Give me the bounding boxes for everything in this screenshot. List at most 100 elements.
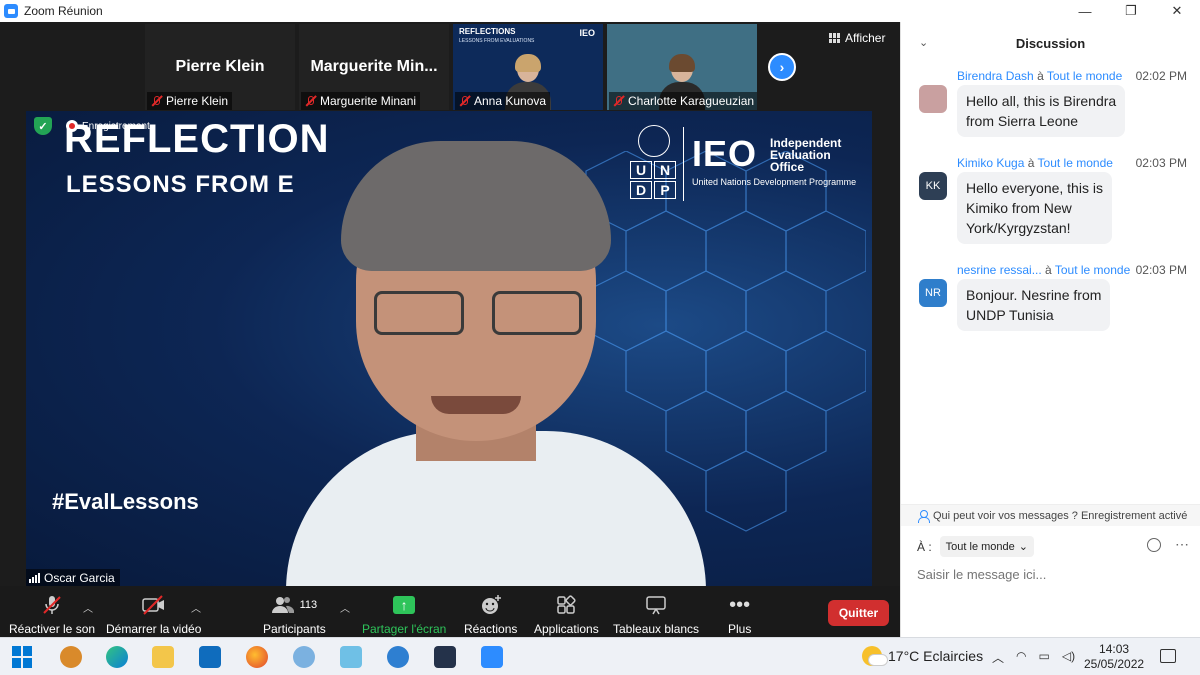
video-options-caret-icon[interactable]: ︿ [191,600,201,615]
sender-name[interactable]: nesrine ressai... [957,263,1042,277]
paint-icon[interactable] [293,646,315,668]
message-line: Bonjour. Nesrine from [966,287,1102,303]
collapse-chevron-icon[interactable]: ⌄ [919,36,928,49]
audio-options-caret-icon[interactable]: ︿ [83,600,93,615]
weather-text: 17°C Eclaircies [888,648,984,664]
emoji-icon[interactable] [1147,538,1161,552]
message-meta: Kimiko Kuga à Tout le monde [957,156,1113,170]
chat-message-input[interactable] [917,563,1187,585]
notes-icon[interactable] [340,646,362,668]
start-video-label: Démarrer la vidéo [106,622,202,636]
more-button[interactable]: ••• Plus [728,592,751,637]
edge-icon[interactable] [106,646,128,668]
sender-avatar[interactable]: KK [919,172,947,200]
weather-icon [862,646,888,666]
participant-tile[interactable]: REFLECTIONS LESSONS FROM EVALUATIONS IEO… [453,24,603,110]
chat-panel: ⌄ Discussion Birendra Dash à Tout le mon… [900,22,1200,637]
recipient-label: À : [917,539,932,554]
zoom-taskbar-icon[interactable] [481,646,503,668]
windows-taskbar: 17°C Eclaircies ︿ ◠ ▭ ◁) 14:03 25/05/202… [0,637,1200,675]
restore-button[interactable]: ❐ [1108,0,1154,22]
reactions-icon [480,592,502,618]
window-controls: — ❐ ✕ [1062,0,1200,22]
recipient-dropdown[interactable]: Tout le monde ⌄ [939,536,1034,557]
message-line: York/Kyrgyzstan! [966,220,1071,236]
message-bubble: Hello everyone, this is Kimiko from New … [957,172,1112,244]
share-screen-icon: ↑ [393,596,416,614]
file-explorer-icon[interactable] [152,646,174,668]
participant-nameplate: Charlotte Karagueuzian [609,92,757,110]
mic-muted-icon [612,95,624,107]
wifi-icon[interactable]: ◠ [1016,649,1026,666]
notifications-icon[interactable] [1160,649,1176,663]
recipient-prefix: à [1037,69,1044,83]
recipient-name[interactable]: Tout le monde [1047,69,1122,83]
sender-name[interactable]: Kimiko Kuga [957,156,1024,170]
recording-indicator: ✓ Enregistrement [34,117,150,135]
chat-title: Discussion [1015,35,1086,51]
participants-options-caret-icon[interactable]: ︿ [340,600,350,615]
thumb-slide-subtitle: LESSONS FROM EVALUATIONS [459,38,535,44]
windows-start-icon[interactable] [12,646,34,668]
message-time: 02:03 PM [1135,263,1187,277]
apps-button[interactable]: Applications [534,592,599,636]
speaker-video-feed [246,131,726,587]
participants-label: Participants [263,622,326,636]
reactions-button[interactable]: Réactions [464,592,517,636]
mic-muted-icon [150,95,162,107]
speaker-nameplate: Oscar Garcia [26,569,120,587]
sender-name[interactable]: Birendra Dash [957,69,1034,83]
start-video-button[interactable]: Démarrer la vidéo [106,592,201,636]
message-line: Kimiko from New [966,200,1072,216]
share-screen-button[interactable]: ↑ Partager l'écran [362,592,446,636]
sender-avatar[interactable]: NR [919,279,947,307]
taskbar-clock[interactable]: 14:03 25/05/2022 [1084,642,1144,672]
chat-message: KK Kimiko Kuga à Tout le monde 02:03 PM … [919,156,1189,246]
participants-button[interactable]: 113 Participants [263,592,326,636]
security-shield-icon[interactable]: ✓ [34,117,52,135]
person-icon [917,509,930,523]
chat-header: ⌄ Discussion [901,22,1200,64]
chevron-right-icon: › [779,59,785,75]
message-time: 02:02 PM [1135,69,1187,83]
sender-avatar[interactable] [919,85,947,113]
participants-icon: 113 [271,592,317,618]
ieo-description: Independent Evaluation Office [770,137,841,173]
meeting-area: Pierre Klein Pierre Klein Marguerite Min… [0,22,900,659]
video-off-icon [141,592,167,618]
participant-name: Marguerite Minani [320,94,417,108]
whiteboards-button[interactable]: Tableaux blancs [613,592,699,636]
recipient-dropdown-value: Tout le monde [945,540,1015,553]
system-tray: ︿ ◠ ▭ ◁) [992,649,1075,666]
recording-label: Enregistrement [82,120,150,132]
view-button[interactable]: Afficher [829,31,885,45]
close-button[interactable]: ✕ [1154,0,1200,22]
participant-tile[interactable]: Charlotte Karagueuzian [607,24,757,110]
message-meta: Birendra Dash à Tout le monde [957,69,1122,83]
participant-big-name: Marguerite Min... [310,58,438,75]
leave-meeting-button[interactable]: Quitter [828,600,889,626]
minimize-button[interactable]: — [1062,0,1108,22]
participant-tile[interactable]: Marguerite Min... Marguerite Minani [299,24,449,110]
volume-icon[interactable]: ◁) [1062,649,1075,666]
recipient-name[interactable]: Tout le monde [1038,156,1113,170]
recipient-name[interactable]: Tout le monde [1055,263,1130,277]
participant-tile[interactable]: Pierre Klein Pierre Klein [145,24,295,110]
battery-icon[interactable]: ▭ [1039,649,1050,666]
weather-widget[interactable]: 17°C Eclaircies [862,646,983,666]
message-line: UNDP Tunisia [966,307,1054,323]
firefox-icon[interactable] [246,646,268,668]
share-screen-label: Partager l'écran [362,622,447,636]
app-icon[interactable] [387,646,409,668]
chat-privacy-note[interactable]: Qui peut voir vos messages ? Enregistrem… [901,504,1200,526]
chevron-up-icon[interactable]: ︿ [992,649,1004,666]
outlook-icon[interactable] [199,646,221,668]
whiteboard-icon [645,592,667,618]
more-options-icon[interactable]: ⋯ [1175,536,1189,553]
next-page-button[interactable]: › [768,53,796,81]
app-icon[interactable] [434,646,456,668]
app-icon[interactable] [60,646,82,668]
message-meta: nesrine ressai... à Tout le monde [957,263,1130,277]
participant-name: Charlotte Karagueuzian [628,94,755,108]
window-title: Zoom Réunion [24,4,103,18]
